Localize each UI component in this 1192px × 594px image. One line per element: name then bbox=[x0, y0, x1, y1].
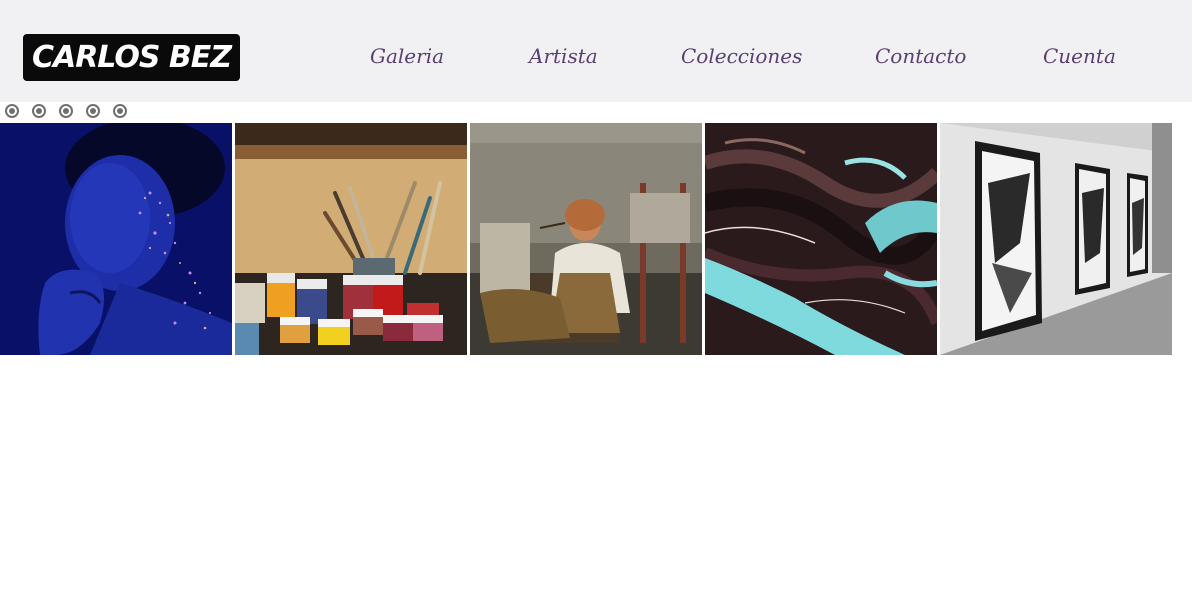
nav-item-artista[interactable]: Artista bbox=[529, 42, 598, 70]
gallery-image-portrait[interactable] bbox=[0, 123, 232, 355]
gallery-image-abstract[interactable] bbox=[705, 123, 937, 355]
carousel-dot-3[interactable] bbox=[59, 104, 73, 118]
carousel-dot-4[interactable] bbox=[86, 104, 100, 118]
portrait-image bbox=[0, 123, 232, 355]
nav-item-cuenta[interactable]: Cuenta bbox=[1043, 42, 1116, 70]
site-logo[interactable]: CARLOS BEZ bbox=[23, 34, 240, 81]
gallery-image-exhibition[interactable] bbox=[940, 123, 1172, 355]
nav-item-colecciones[interactable]: Colecciones bbox=[681, 42, 802, 70]
carousel-dot-1[interactable] bbox=[5, 104, 19, 118]
paints-image bbox=[235, 123, 467, 355]
nav-item-galeria[interactable]: Galeria bbox=[370, 42, 444, 70]
gallery-image-paints[interactable] bbox=[235, 123, 467, 355]
painter-image bbox=[470, 123, 702, 355]
exhibition-image bbox=[940, 123, 1172, 355]
gallery-image-painter[interactable] bbox=[470, 123, 702, 355]
abstract-image bbox=[705, 123, 937, 355]
carousel-dot-5[interactable] bbox=[113, 104, 127, 118]
nav-item-contacto[interactable]: Contacto bbox=[875, 42, 966, 70]
carousel-dot-2[interactable] bbox=[32, 104, 46, 118]
site-header: CARLOS BEZ Galeria Artista Colecciones C… bbox=[0, 0, 1192, 102]
